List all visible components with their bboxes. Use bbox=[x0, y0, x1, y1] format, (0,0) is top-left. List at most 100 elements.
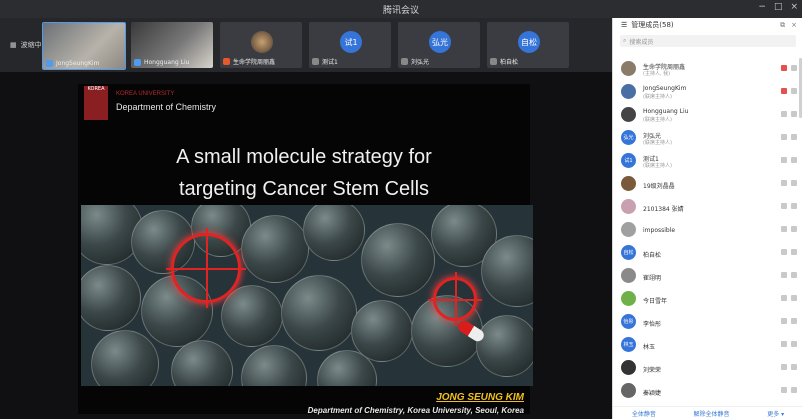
participant-name: 李怡彤 bbox=[643, 321, 662, 328]
participant-role: (联席主持人) bbox=[643, 140, 672, 146]
members-panel: ☰ 管理成员(58) ⧉ × ⌕ 搜索成员 生命学院周丽鑫 (主持人, 我) Jon… bbox=[612, 18, 802, 419]
close-button[interactable]: × bbox=[790, 2, 798, 12]
author-name: JONG SEUNG KIM bbox=[436, 392, 524, 403]
close-icon[interactable]: × bbox=[791, 21, 797, 30]
unmute-all-button[interactable]: 解除全体静音 bbox=[694, 409, 730, 418]
mic-icon[interactable] bbox=[781, 272, 787, 278]
participant-name: 2101384 张婧 bbox=[643, 206, 684, 213]
camera-icon[interactable] bbox=[791, 134, 797, 140]
mic-icon[interactable] bbox=[781, 226, 787, 232]
mic-icon[interactable] bbox=[781, 65, 787, 71]
camera-icon[interactable] bbox=[791, 318, 797, 324]
participant-name: Hongguang Liu bbox=[643, 108, 689, 115]
avatar bbox=[621, 291, 636, 306]
video-tile-3[interactable]: 试1 测试1 bbox=[309, 22, 391, 68]
mic-icon[interactable] bbox=[781, 249, 787, 255]
panel-title: 管理成员(58) bbox=[631, 21, 674, 29]
mic-icon[interactable] bbox=[781, 318, 787, 324]
participant-row[interactable]: 生命学院周丽鑫 (主持人, 我) bbox=[613, 58, 802, 81]
camera-icon[interactable] bbox=[791, 203, 797, 209]
members-icon: ☰ bbox=[621, 21, 628, 29]
camera-icon[interactable] bbox=[791, 341, 797, 347]
target-crosshair bbox=[166, 228, 246, 308]
camera-icon[interactable] bbox=[791, 272, 797, 278]
participant-row[interactable]: impossible bbox=[613, 219, 802, 242]
strip-toggle[interactable]: ▦ 波缩中 bbox=[10, 40, 42, 50]
avatar bbox=[621, 176, 636, 191]
participant-role: (联席主持人) bbox=[643, 94, 672, 100]
cell bbox=[91, 330, 159, 386]
participant-name: JongSeungKim bbox=[643, 85, 687, 92]
participant-row[interactable]: Hongguang Liu (联席主持人) bbox=[613, 104, 802, 127]
avatar bbox=[621, 199, 636, 214]
participant-controls bbox=[781, 180, 797, 186]
mic-icon[interactable] bbox=[781, 88, 787, 94]
popout-icon[interactable]: ⧉ bbox=[780, 21, 785, 30]
mic-icon[interactable] bbox=[781, 157, 787, 163]
camera-icon[interactable] bbox=[791, 249, 797, 255]
cell bbox=[81, 265, 141, 331]
participant-controls bbox=[781, 318, 797, 324]
participant-row[interactable]: 刘荣荣 bbox=[613, 357, 802, 380]
mic-icon[interactable] bbox=[781, 387, 787, 393]
cell bbox=[476, 315, 533, 377]
participant-row[interactable]: 怡彤 李怡彤 bbox=[613, 311, 802, 334]
avatar bbox=[621, 61, 636, 76]
participant-name: impossible bbox=[643, 227, 676, 234]
camera-icon[interactable] bbox=[791, 157, 797, 163]
mic-icon[interactable] bbox=[781, 111, 787, 117]
participant-controls bbox=[781, 249, 797, 255]
participant-controls bbox=[781, 341, 797, 347]
participant-row[interactable]: 弘光 刘弘光 (联席主持人) bbox=[613, 127, 802, 150]
mic-icon[interactable] bbox=[781, 203, 787, 209]
video-tile-1[interactable]: Hongguang Liu bbox=[131, 22, 213, 68]
video-tile-2[interactable]: 生命学院周丽鑫 bbox=[220, 22, 302, 68]
tile-name: JongSeungKim bbox=[56, 60, 100, 67]
avatar: 试1 bbox=[340, 31, 362, 53]
participant-controls bbox=[781, 203, 797, 209]
maximize-button[interactable]: □ bbox=[774, 2, 783, 12]
camera-icon[interactable] bbox=[791, 364, 797, 370]
camera-icon[interactable] bbox=[791, 65, 797, 71]
mute-all-button[interactable]: 全体静音 bbox=[632, 409, 656, 418]
avatar bbox=[621, 84, 636, 99]
video-tile-4[interactable]: 弘光 刘弘光 bbox=[398, 22, 480, 68]
camera-icon[interactable] bbox=[791, 295, 797, 301]
cell bbox=[241, 215, 309, 283]
participant-row[interactable]: 秦颖婕 bbox=[613, 380, 802, 403]
presentation-slide: KOREA KOREA UNIVERSITY Department of Che… bbox=[78, 84, 533, 415]
mic-icon[interactable] bbox=[781, 180, 787, 186]
mic-icon bbox=[134, 59, 141, 66]
participant-row[interactable]: 林玉 林玉 bbox=[613, 334, 802, 357]
mic-icon[interactable] bbox=[781, 134, 787, 140]
participant-row[interactable]: 2101384 张婧 bbox=[613, 196, 802, 219]
mic-icon[interactable] bbox=[781, 295, 787, 301]
avatar: 弘光 bbox=[621, 130, 636, 145]
minimize-button[interactable]: − bbox=[758, 2, 766, 12]
participant-row[interactable]: JongSeungKim (联席主持人) bbox=[613, 81, 802, 104]
video-tile-0[interactable]: JongSeungKim bbox=[42, 22, 126, 70]
search-icon: ⌕ bbox=[623, 37, 627, 44]
mic-icon[interactable] bbox=[781, 364, 787, 370]
camera-icon[interactable] bbox=[791, 88, 797, 94]
video-tile-5[interactable]: 自松 柏自松 bbox=[487, 22, 569, 68]
participant-name: 秦颖婕 bbox=[643, 390, 662, 397]
avatar: 试1 bbox=[621, 153, 636, 168]
slide-title-line1: A small molecule strategy for bbox=[176, 146, 432, 168]
participant-row[interactable]: 自松 柏自松 bbox=[613, 242, 802, 265]
more-button[interactable]: 更多 ▾ bbox=[767, 409, 784, 418]
strip-toggle-label: 波缩中 bbox=[20, 41, 42, 49]
member-search-input[interactable]: ⌕ 搜索成员 bbox=[620, 35, 796, 47]
participant-row[interactable]: 试1 测试1 (联席主持人) bbox=[613, 150, 802, 173]
participant-row[interactable]: 崔翊明 bbox=[613, 265, 802, 288]
camera-icon[interactable] bbox=[791, 180, 797, 186]
participant-row[interactable]: 今日雪年 bbox=[613, 288, 802, 311]
participant-row[interactable]: 19级刘晶晶 bbox=[613, 173, 802, 196]
camera-icon[interactable] bbox=[791, 226, 797, 232]
mic-icon bbox=[223, 58, 230, 65]
mic-icon bbox=[312, 58, 319, 65]
camera-icon[interactable] bbox=[791, 387, 797, 393]
mic-icon[interactable] bbox=[781, 341, 787, 347]
university-name: KOREA UNIVERSITY bbox=[116, 91, 175, 97]
camera-icon[interactable] bbox=[791, 111, 797, 117]
